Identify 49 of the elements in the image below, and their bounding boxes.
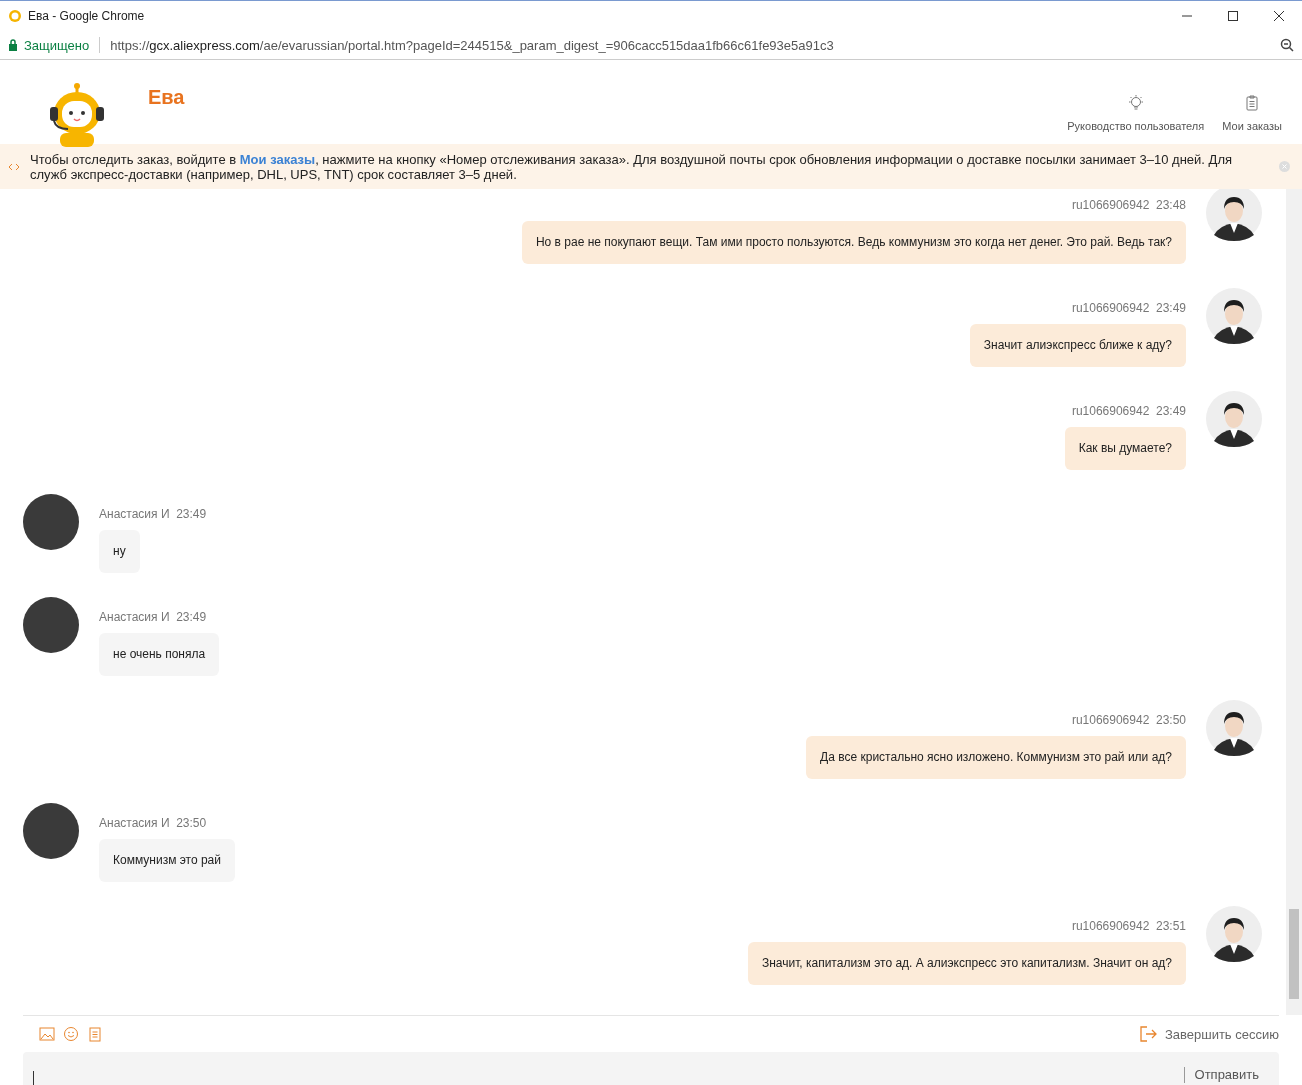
man-silhouette-avatar — [1206, 700, 1262, 756]
zoom-icon — [1280, 38, 1294, 52]
message-sender-time: Анастасия И 23:50 — [99, 816, 207, 831]
man-silhouette-avatar — [1206, 391, 1262, 447]
message-sender-time: ru1066906942 23:49 — [1071, 404, 1186, 419]
message-bubble: Значит алиэкспресс ближе к аду? — [969, 324, 1186, 367]
scrollbar[interactable] — [1286, 189, 1302, 1015]
lightbulb-icon — [1126, 94, 1145, 112]
maximize-icon — [1228, 11, 1238, 21]
message-bubble: Да все кристально ясно изложено. Коммунизм это рай или ад? — [806, 736, 1186, 779]
close-icon — [1279, 161, 1290, 172]
image-icon — [39, 1026, 55, 1042]
address-bar[interactable]: Защищено https://gcx.aliexpress.com/ae/evarussian/portal.htm?pageId=244515&_param_digest_=906cacc515daa1fb66c61fe93e5a91c3 — [0, 31, 1302, 60]
message-sender-time: ru1066906942 23:48 — [1071, 198, 1186, 213]
message-input-field[interactable]: Отправить — [23, 1052, 1279, 1085]
notice-text: Чтобы отследить заказ, войдите в Мои заказы, нажмите на кнопку «Номер отслеживания заказа». Для воздушной почты срок обновления информации о доставке посылки занимает 3–10 дней. Для служб экспресс-доставки (например, DHL, UPS, TNT) срок составляет 3–5 дней. — [30, 151, 1233, 182]
robot-mascot-drawing — [48, 83, 106, 147]
url-text: https://gcx.aliexpress.com/ae/evarussian/portal.htm?pageId=244515&_param_digest_=906cacc515daa1fb66c61fe93e5a91c3 — [110, 37, 835, 53]
photo-placeholder — [23, 803, 79, 859]
secure-label: Защищено — [24, 37, 90, 53]
end-session-button[interactable]: Завершить сессию — [1138, 1025, 1279, 1043]
message-bubble: не очень поняла — [99, 633, 220, 676]
message-bubble: ну — [99, 530, 140, 573]
message-sender-time: ru1066906942 23:50 — [1071, 713, 1186, 728]
photo-placeholder — [23, 494, 79, 550]
message-bubble: Значит, капитализм это ад. А алиэкспресс это капитализм. Значит он ад? — [747, 942, 1186, 985]
message-bubble: Как вы думаете? — [1064, 427, 1186, 470]
window-title: Ева - Google Chrome — [28, 9, 145, 23]
padlock-icon — [8, 39, 18, 51]
message-bubble: Коммунизм это рай — [99, 839, 235, 882]
send-button[interactable]: Отправить — [1183, 1067, 1269, 1083]
message-bubble: Но в рае не покупают вещи. Там ими просто пользуются. Ведь коммунизм это когда нет денег. Это рай. Ведь так? — [521, 221, 1186, 264]
smiley-icon — [63, 1026, 79, 1042]
close-icon — [1274, 11, 1284, 21]
man-silhouette-avatar — [1206, 189, 1262, 241]
chat-title: Ева — [148, 85, 185, 109]
header-link[interactable]: Руководство пользователя — [1067, 94, 1205, 132]
photo-placeholder — [23, 597, 79, 653]
header-link[interactable]: Мои заказы — [1222, 94, 1282, 132]
message-sender-time: ru1066906942 23:51 — [1071, 919, 1186, 934]
man-silhouette-avatar — [1206, 288, 1262, 344]
clipboard-icon — [87, 1026, 103, 1042]
man-silhouette-avatar — [1206, 906, 1262, 962]
message-sender-time: Анастасия И 23:49 — [99, 507, 207, 522]
robot-favicon-icon — [8, 9, 22, 23]
message-sender-time: Анастасия И 23:49 — [99, 610, 207, 625]
exit-icon — [1138, 1025, 1157, 1043]
code-brackets-icon — [8, 161, 20, 172]
message-sender-time: ru1066906942 23:49 — [1071, 301, 1186, 316]
